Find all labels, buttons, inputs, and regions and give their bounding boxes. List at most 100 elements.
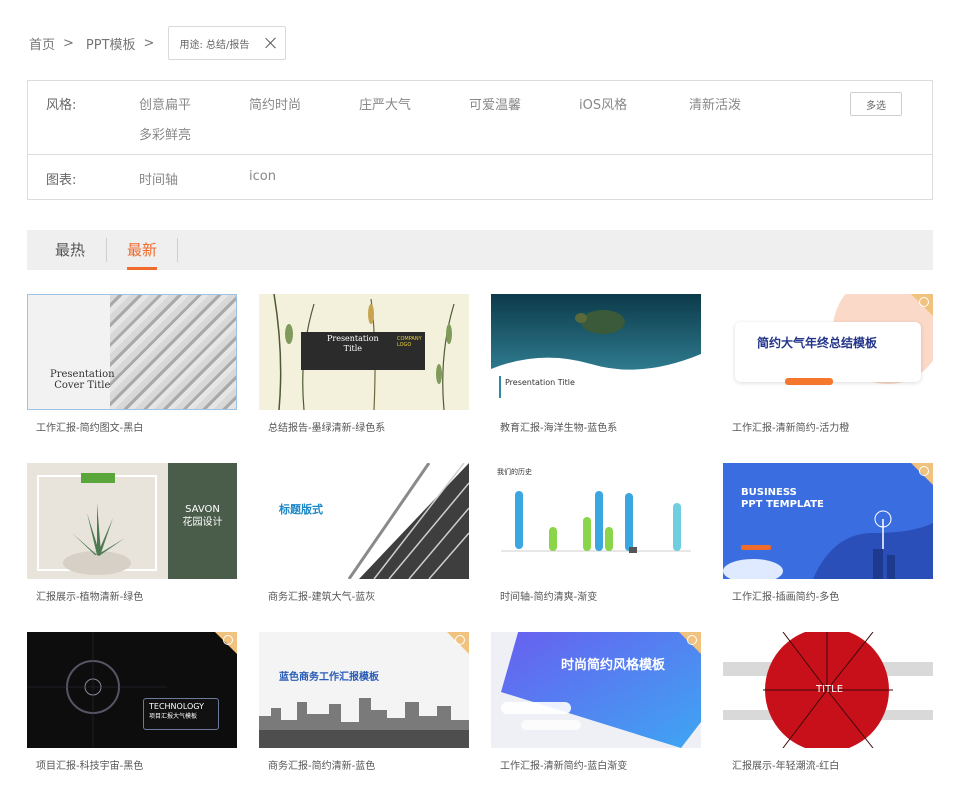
succulent-image [63,503,131,575]
thumb-text: Presentation [50,369,115,380]
city-skyline-image [259,698,469,748]
breadcrumb-home[interactable]: 首页 [29,34,55,53]
thumb-text: Title [343,344,363,353]
tech-illustration [27,632,167,748]
thumb-card [735,322,921,382]
thumb-text: Presentation Title [505,378,575,387]
city-illustration [723,510,933,579]
template-card[interactable]: TITLE 汇报展示-年轻潮流-红白 [723,632,933,772]
chart-filter-row: 图表: 时间轴 icon [28,155,932,199]
ocean-image [491,294,701,370]
thumb-text: 标题版式 [279,503,323,516]
template-caption[interactable]: 时间轴-简约清爽-渐变 [500,588,701,603]
template-caption[interactable]: 汇报展示-植物清新-绿色 [36,588,237,603]
tab-hot[interactable]: 最热 [55,230,85,270]
style-option[interactable]: 可爱温馨 [469,94,521,113]
thumb-panel [28,295,110,409]
crown-icon [919,466,929,476]
tab-new[interactable]: 最新 [127,230,158,270]
template-card[interactable]: Presentation Title COMPANY LOGO 总结报告-墨绿清… [259,294,469,434]
template-card[interactable]: SAVON 花园设计 汇报展示-植物清新-绿色 [27,463,237,603]
timeline-illustration [501,491,691,553]
template-caption[interactable]: 工作汇报-清新简约-蓝白渐变 [500,757,701,772]
breadcrumb-separator: > [143,35,155,51]
breadcrumb: 首页 > PPT模板 > 用途: 总结/报告 [29,26,287,60]
thumb-image [110,295,236,409]
style-filter-row: 风格: 创意扁平 简约时尚 庄严大气 可爱温馨 iOS风格 清新活泼 多彩鲜亮 … [28,81,932,155]
template-caption[interactable]: 总结报告-墨绿清新-绿色系 [268,419,469,434]
template-thumbnail[interactable]: Presentation Title [491,294,701,410]
sort-tabs: 最热 最新 [27,230,933,270]
tab-active-underline [127,267,158,270]
template-caption[interactable]: 工作汇报-简约图文-黑白 [36,419,237,434]
tab-divider [106,238,107,262]
template-thumbnail[interactable]: 时尚简约风格模板 [491,632,701,748]
template-caption[interactable]: 汇报展示-年轻潮流-红白 [732,757,933,772]
thumb-button [785,378,833,385]
filter-panel: 风格: 创意扁平 简约时尚 庄严大气 可爱温馨 iOS风格 清新活泼 多彩鲜亮 … [27,80,933,200]
template-thumbnail[interactable]: 标题版式 [259,463,469,579]
chart-option[interactable]: icon [249,169,276,184]
tab-new-label: 最新 [127,241,158,259]
template-thumbnail[interactable]: TITLE [723,632,933,748]
breadcrumb-separator: > [63,35,74,51]
template-card[interactable]: Presentation Title 教育汇报-海洋生物-蓝色系 [491,294,701,434]
breadcrumb-ppt[interactable]: PPT模板 [86,34,136,53]
template-thumbnail[interactable]: 简约大气年终总结模板 [723,294,933,410]
template-thumbnail[interactable]: SAVON 花园设计 [27,463,237,579]
thumb-text: Cover Title [54,380,111,391]
crown-icon [687,635,697,645]
style-option[interactable]: 简约时尚 [249,94,301,113]
template-caption[interactable]: 商务汇报-建筑大气-蓝灰 [268,588,469,603]
template-caption[interactable]: 教育汇报-海洋生物-蓝色系 [500,419,701,434]
thumb-logo-text: COMPANY LOGO [397,336,422,348]
style-option[interactable]: iOS风格 [579,94,627,113]
thumb-title: Presentation Cover Title [50,369,115,391]
template-card[interactable]: 我们的历史 时间轴-简约清爽-渐变 [491,463,701,603]
crown-icon [455,635,465,645]
tab-divider [177,238,178,262]
filter-tag[interactable]: 用途: 总结/报告 [168,26,287,60]
template-card[interactable]: BUSINESS PPT TEMPLATE 工作汇报-插画简约-多色 [723,463,933,603]
template-thumbnail[interactable]: 蓝色商务工作汇报模板 [259,632,469,748]
template-caption[interactable]: 工作汇报-插画简约-多色 [732,588,933,603]
thumb-title: TECHNOLOGY 项目汇报大气模板 [149,702,204,722]
style-label: 风格: [46,98,77,113]
style-option[interactable]: 创意扁平 [139,94,191,113]
crown-icon [223,635,233,645]
crown-icon [919,297,929,307]
template-thumbnail[interactable]: 我们的历史 [491,463,701,579]
thumb-text: Presentation [327,334,379,343]
multi-select-button[interactable]: 多选 [850,92,902,116]
template-card[interactable]: 蓝色商务工作汇报模板 商务汇报-简约清新-蓝色 [259,632,469,772]
template-caption[interactable]: 商务汇报-简约清新-蓝色 [268,757,469,772]
template-caption[interactable]: 工作汇报-清新简约-活力橙 [732,419,933,434]
thumb-text: 简约大气年终总结模板 [757,336,878,350]
thumb-text: 项目汇报大气模板 [149,713,198,720]
template-card[interactable]: 简约大气年终总结模板 工作汇报-清新简约-活力橙 [723,294,933,434]
template-card[interactable]: Presentation Cover Title 工作汇报-简约图文-黑白 [27,294,237,434]
template-card[interactable]: 时尚简约风格模板 工作汇报-清新简约-蓝白渐变 [491,632,701,772]
style-option[interactable]: 清新活泼 [689,94,741,113]
template-thumbnail[interactable]: TECHNOLOGY 项目汇报大气模板 [27,632,237,748]
close-icon[interactable] [265,37,277,49]
chart-option[interactable]: 时间轴 [139,169,178,188]
thumb-title: Presentation Title [327,334,379,354]
template-card[interactable]: TECHNOLOGY 项目汇报大气模板 项目汇报-科技宇宙-黑色 [27,632,237,772]
thumb-text: TITLE [816,684,844,695]
template-thumbnail[interactable]: Presentation Cover Title [27,294,237,410]
template-caption[interactable]: 项目汇报-科技宇宙-黑色 [36,757,237,772]
thumb-text: SAVON [185,504,220,515]
gradient-card-illustration [501,632,701,748]
filter-tag-label: 用途: 总结/报告 [179,39,250,51]
chart-label: 图表: [46,173,77,188]
style-option[interactable]: 庄严大气 [359,94,411,113]
template-thumbnail[interactable]: BUSINESS PPT TEMPLATE [723,463,933,579]
thumb-accent-bar [499,376,501,398]
building-image [347,463,469,579]
style-option[interactable]: 多彩鲜亮 [139,124,191,143]
template-thumbnail[interactable]: Presentation Title COMPANY LOGO [259,294,469,410]
thumb-text: TECHNOLOGY [149,702,204,711]
thumb-title: SAVON 花园设计 [168,503,237,529]
template-card[interactable]: 标题版式 商务汇报-建筑大气-蓝灰 [259,463,469,603]
